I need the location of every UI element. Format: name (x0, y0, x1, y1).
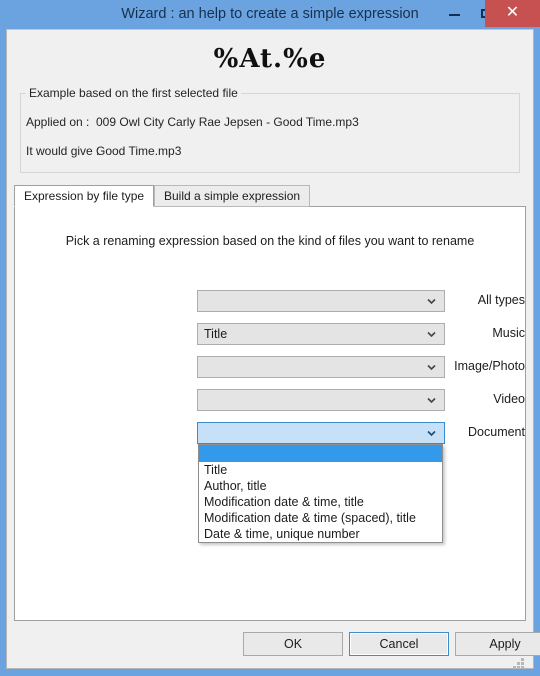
apply-button[interactable]: Apply (455, 632, 540, 656)
close-icon: ✕ (505, 4, 520, 21)
dropdown-option[interactable] (199, 445, 442, 462)
cancel-button[interactable]: Cancel (349, 632, 449, 656)
tab-strip: Expression by file type Build a simple e… (14, 185, 526, 207)
tab-label: Expression by file type (24, 189, 145, 203)
resize-grip[interactable] (512, 655, 528, 671)
ok-button[interactable]: OK (243, 632, 343, 656)
tab-label: Build a simple expression (164, 189, 301, 203)
combo-image-photo[interactable] (197, 356, 445, 378)
dropdown-option[interactable]: Date & time, unique number (199, 526, 442, 542)
chevron-down-icon (427, 363, 436, 372)
title-bar[interactable]: Wizard : an help to create a simple expr… (0, 0, 540, 29)
chevron-down-icon (427, 396, 436, 405)
dialog-client-area: %At.%e Example based on the first select… (6, 29, 540, 669)
chevron-down-icon (427, 429, 436, 438)
combo-all-types[interactable] (197, 290, 445, 312)
dropdown-option[interactable]: Author, title (199, 478, 442, 494)
dropdown-option[interactable]: Modification date & time (spaced), title (199, 510, 442, 526)
combo-document[interactable] (197, 422, 445, 444)
dropdown-option[interactable]: Modification date & time, title (199, 494, 442, 510)
dialog-footer: OK Cancel Apply (7, 621, 540, 668)
chevron-down-icon (427, 330, 436, 339)
combo-video[interactable] (197, 389, 445, 411)
tab-expression-by-file-type[interactable]: Expression by file type (14, 185, 155, 207)
combo-music[interactable]: Title (197, 323, 445, 345)
example-groupbox (20, 93, 520, 173)
panel-instruction-text: Pick a renaming expression based on the … (65, 234, 475, 248)
expression-preview: %At.%e (213, 44, 327, 74)
combo-music-value: Title (204, 327, 228, 341)
tab-panel: Pick a renaming expression based on the … (14, 206, 526, 621)
applied-on-value: 009 Owl City Carly Rae Jepsen - Good Tim… (96, 115, 359, 129)
would-give-label: It would give : (26, 144, 100, 158)
close-button[interactable]: ✕ (485, 0, 540, 27)
dropdown-option[interactable]: Title (199, 462, 442, 478)
would-give-value: Good Time.mp3 (96, 144, 182, 158)
minimize-icon (449, 14, 460, 16)
wizard-window: Wizard : an help to create a simple expr… (0, 0, 540, 676)
tab-build-a-simple-expression[interactable]: Build a simple expression (154, 185, 311, 207)
chevron-down-icon (427, 297, 436, 306)
minimize-button[interactable] (440, 0, 468, 27)
dropdown-list-document[interactable]: Title Author, title Modification date & … (198, 444, 443, 543)
applied-on-label: Applied on : (26, 115, 90, 129)
example-groupbox-legend: Example based on the first selected file (26, 86, 241, 100)
